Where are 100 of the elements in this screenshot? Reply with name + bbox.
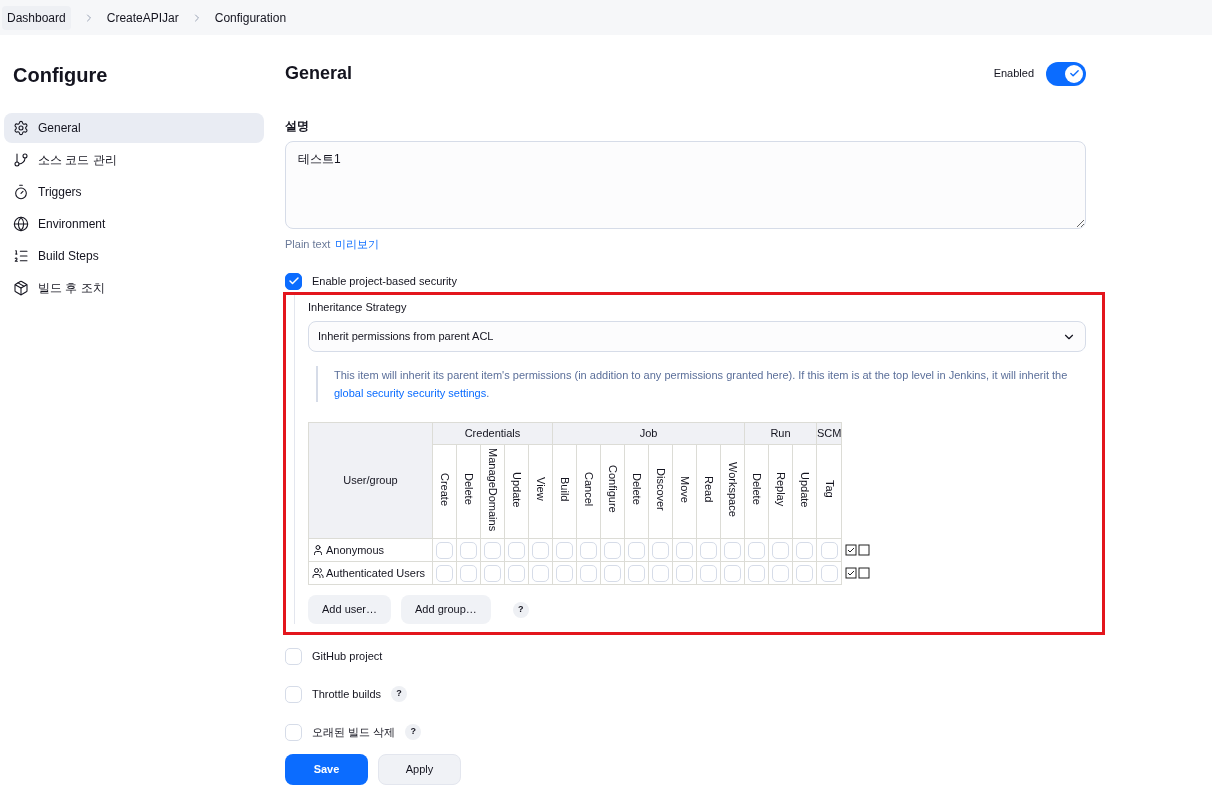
select-all-icon[interactable] (845, 567, 858, 579)
permission-checkbox[interactable] (676, 564, 693, 582)
format-label: Plain text (285, 237, 331, 252)
sidebar-item[interactable]: 소스 코드 관리 (4, 145, 264, 175)
users-icon (312, 567, 324, 579)
permission-checkbox[interactable] (484, 564, 501, 582)
permission-checkbox[interactable] (724, 541, 741, 559)
permission-checkbox[interactable] (556, 541, 573, 559)
permission-checkbox[interactable] (772, 564, 789, 582)
save-button[interactable]: Save (285, 753, 368, 785)
help-button[interactable]: ? (512, 601, 529, 618)
permission-checkbox[interactable] (796, 541, 813, 559)
group-header: Run (744, 422, 817, 445)
permission-checkbox[interactable] (604, 541, 621, 559)
sidebar-item[interactable]: Environment (4, 209, 264, 239)
sidebar-item[interactable]: Build Steps (4, 241, 264, 271)
permission-checkbox[interactable] (820, 564, 838, 582)
column-header: Delete (630, 473, 644, 506)
permission-checkbox[interactable] (628, 564, 645, 582)
strategy-select[interactable]: Inherit permissions from parent ACL (308, 321, 1086, 352)
column-header: Delete (750, 473, 764, 506)
clear-all-icon[interactable] (858, 567, 871, 579)
description-label: 설명 (285, 118, 310, 135)
enabled-label: Enabled (993, 66, 1034, 82)
add-button[interactable]: Add group… (401, 595, 491, 624)
column-header: Cancel (582, 472, 596, 507)
user-name: Authenticated Users (326, 565, 426, 581)
permission-checkbox[interactable] (748, 541, 765, 559)
permission-checkbox[interactable] (700, 564, 717, 582)
permission-checkbox[interactable] (580, 541, 597, 559)
column-header: Create (438, 472, 452, 506)
checkbox-label: GitHub project (312, 648, 383, 664)
section-title: General (285, 62, 353, 85)
permission-checkbox[interactable] (676, 541, 693, 559)
permission-checkbox[interactable] (796, 564, 813, 582)
package-icon (13, 280, 29, 296)
list-icon (13, 248, 29, 264)
globe-icon (13, 216, 29, 232)
table-header: User/group (308, 422, 433, 539)
permission-checkbox[interactable] (628, 541, 645, 559)
checkbox-label: Throttle builds (312, 686, 382, 702)
permission-checkbox[interactable] (652, 564, 669, 582)
check-icon (1068, 68, 1080, 79)
user-name: Anonymous (326, 542, 385, 558)
description-field[interactable]: 테스트1 (285, 141, 1086, 229)
column-header: ManageDomains (486, 447, 500, 531)
preview-link[interactable]: 미리보기 (335, 236, 380, 253)
user-icon (312, 544, 324, 556)
checkbox-label: 오래된 빌드 삭제 (312, 724, 396, 740)
add-button[interactable]: Add user… (308, 595, 392, 624)
permission-checkbox[interactable] (700, 541, 717, 559)
permission-checkbox[interactable] (484, 541, 501, 559)
help-button[interactable]: ? (391, 686, 408, 702)
permission-checkbox[interactable] (460, 541, 477, 559)
permission-checkbox[interactable] (580, 564, 597, 582)
apply-button[interactable]: Apply (378, 753, 461, 785)
branch-icon (13, 152, 29, 168)
permission-checkbox[interactable] (436, 541, 453, 559)
check-icon (287, 275, 300, 287)
permission-checkbox[interactable] (748, 564, 765, 582)
permission-checkbox[interactable] (532, 564, 549, 582)
column-header: Replay (774, 472, 788, 507)
clear-all-icon[interactable] (858, 544, 871, 556)
enabled-toggle[interactable] (1046, 61, 1086, 86)
breadcrumb-link[interactable]: CreateAPIJar (106, 8, 179, 27)
permission-checkbox[interactable] (508, 564, 525, 582)
permission-checkbox[interactable] (508, 541, 525, 559)
sidebar-item[interactable]: Triggers (4, 177, 264, 207)
strategy-label: Inheritance Strategy (308, 299, 408, 315)
column-header: Configure (606, 465, 620, 514)
sidebar-item[interactable]: 빌드 후 조치 (4, 273, 264, 303)
checkbox[interactable] (285, 272, 302, 290)
group-header: Job (552, 422, 745, 445)
sidebar-item[interactable]: General (4, 113, 264, 143)
column-header: Move (678, 475, 692, 503)
column-header: Build (558, 477, 572, 502)
permission-checkbox[interactable] (604, 564, 621, 582)
permission-checkbox[interactable] (820, 541, 838, 559)
permission-checkbox[interactable] (724, 564, 741, 582)
column-header: Discover (654, 467, 668, 511)
permission-checkbox[interactable] (436, 564, 453, 582)
permission-checkbox[interactable] (772, 541, 789, 559)
timer-icon (13, 184, 29, 200)
column-header: Tag (822, 480, 837, 499)
permission-checkbox[interactable] (532, 541, 549, 559)
breadcrumb-link[interactable]: Configuration (214, 8, 287, 27)
select-all-icon[interactable] (845, 544, 858, 556)
column-header: Delete (462, 473, 476, 506)
column-header: View (534, 477, 548, 502)
help-text: This item will inherit its parent item's permissions (in addition to any permissions granted here). If this item is at the top level in Jenkins, it will inherit the global security security settings. (334, 368, 1069, 401)
group-header: SCM (816, 422, 842, 445)
column-header: Update (798, 471, 812, 507)
breadcrumb-link[interactable]: Dashboard (2, 5, 71, 30)
sidebar-title: Configure (13, 63, 109, 88)
help-button[interactable]: ? (405, 724, 422, 740)
column-header: Update (510, 471, 524, 507)
column-header: Read (702, 476, 716, 503)
permission-checkbox[interactable] (460, 564, 477, 582)
permission-checkbox[interactable] (652, 541, 669, 559)
permission-checkbox[interactable] (556, 564, 573, 582)
